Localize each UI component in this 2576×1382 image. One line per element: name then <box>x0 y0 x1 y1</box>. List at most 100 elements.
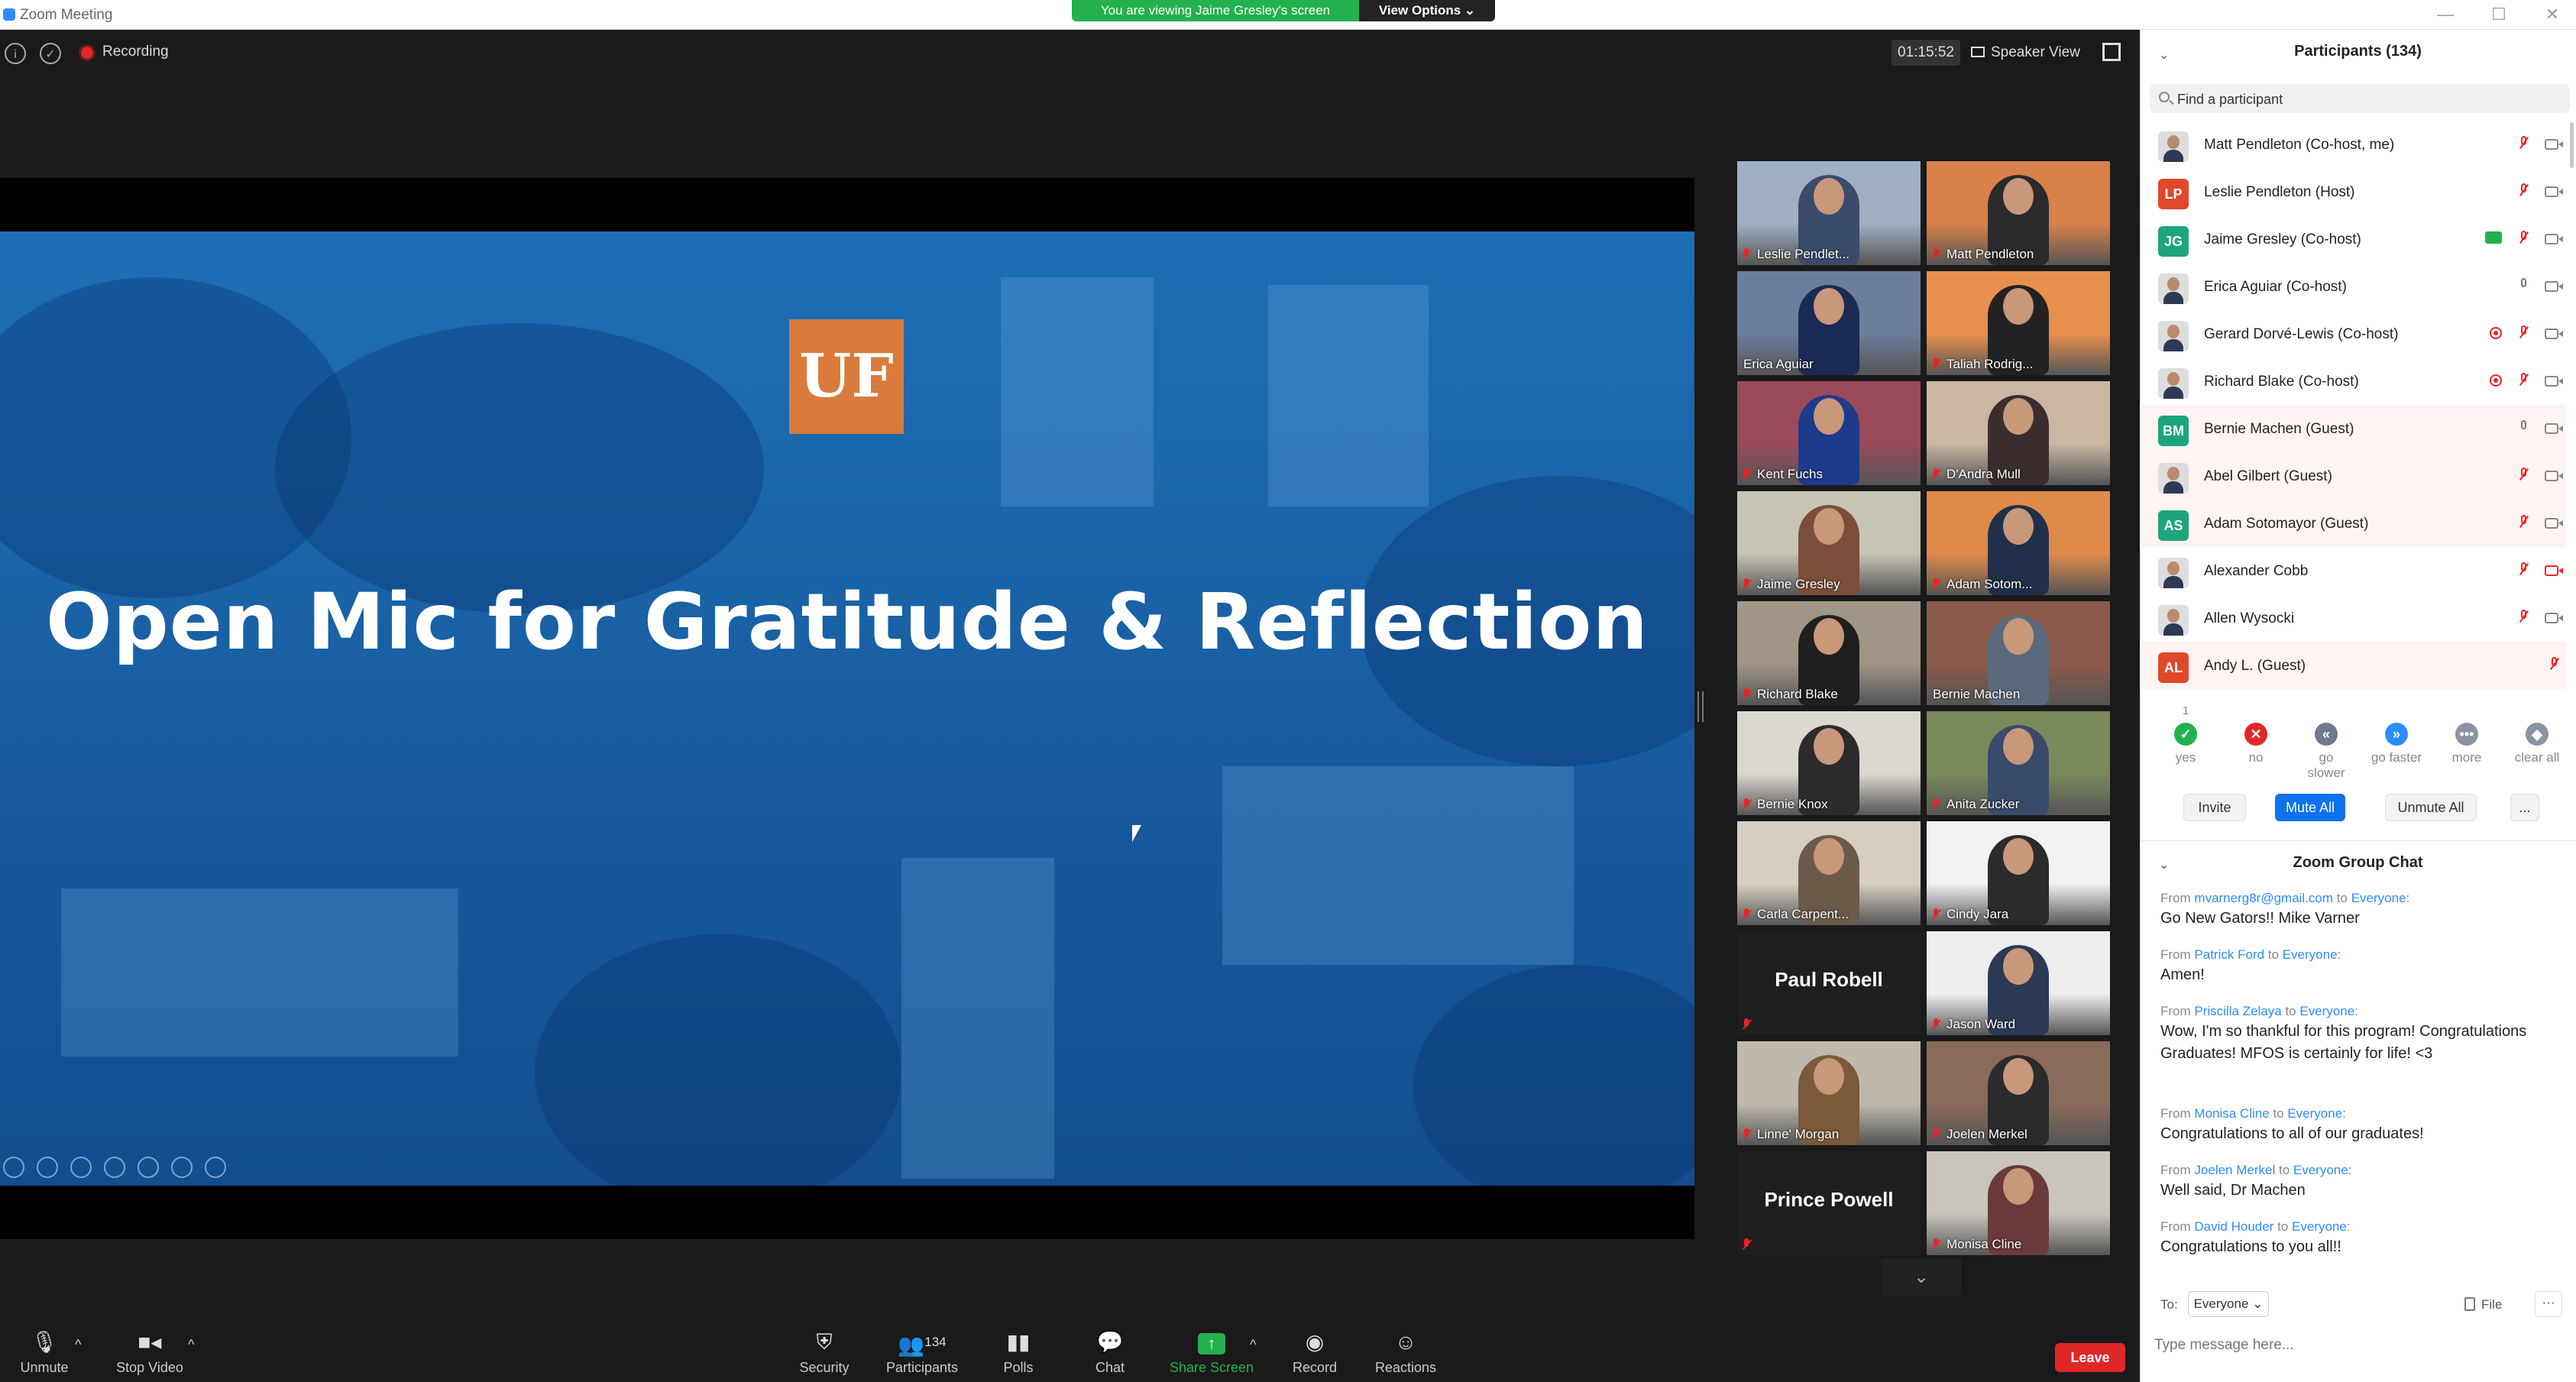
muted-mic-icon[interactable] <box>2519 562 2528 576</box>
slides-icon[interactable] <box>104 1157 125 1178</box>
meeting-info-icon[interactable]: i <box>5 43 26 64</box>
chat-button[interactable]: 💬 Chat <box>1085 1329 1135 1376</box>
encryption-shield-icon[interactable]: ✓ <box>40 43 61 64</box>
video-camera-icon[interactable] <box>2545 281 2563 292</box>
video-tile[interactable]: Matt Pendleton <box>1927 161 2110 265</box>
video-camera-icon[interactable] <box>2545 423 2563 434</box>
muted-mic-icon[interactable] <box>2549 657 2558 671</box>
view-options-button[interactable]: View Options ⌄ <box>1359 0 1495 21</box>
gallery-next-page-icon[interactable]: ⌄ <box>1881 1259 1962 1296</box>
participants-button[interactable]: 👥134 Participants <box>879 1329 966 1376</box>
audio-options-caret-icon[interactable]: ^ <box>75 1337 81 1353</box>
video-camera-icon[interactable] <box>2545 518 2563 529</box>
video-tile[interactable]: Joelen Merkel <box>1927 1041 2110 1145</box>
muted-mic-icon[interactable] <box>2519 373 2528 387</box>
share-options-caret-icon[interactable]: ^ <box>1250 1337 1256 1353</box>
more-options-icon[interactable] <box>205 1157 226 1178</box>
speaker-view-button[interactable]: Speaker View <box>1971 40 2086 66</box>
feedback-no-button[interactable]: ✕ no <box>2229 723 2283 765</box>
invite-button[interactable]: Invite <box>2183 794 2246 821</box>
close-window-button[interactable]: ✕ <box>2541 5 2564 24</box>
video-tile[interactable]: Prince Powell <box>1737 1151 1921 1255</box>
muted-mic-icon[interactable] <box>2519 231 2528 244</box>
fullscreen-icon[interactable] <box>2102 43 2121 61</box>
participant-row[interactable]: Erica Aguiar (Co-host) <box>2140 263 2566 310</box>
chat-recipient-select[interactable]: Everyone ⌄ <box>2188 1291 2269 1317</box>
muted-mic-icon[interactable] <box>2519 610 2528 623</box>
video-camera-icon[interactable] <box>2545 613 2563 623</box>
video-tile[interactable]: Anita Zucker <box>1927 711 2110 815</box>
feedback-more-button[interactable]: ••• more <box>2440 723 2493 765</box>
chat-message-input[interactable] <box>2153 1329 2568 1361</box>
video-tile[interactable]: Linne' Morgan <box>1737 1041 1921 1145</box>
video-tile[interactable]: Kent Fuchs <box>1737 381 1921 485</box>
video-camera-icon[interactable] <box>2545 376 2563 387</box>
microphone-icon[interactable] <box>2519 420 2528 434</box>
pen-icon[interactable] <box>70 1157 92 1178</box>
participant-row[interactable]: JG Jaime Gresley (Co-host) <box>2140 215 2566 263</box>
video-tile[interactable]: Adam Sotom... <box>1927 491 2110 595</box>
next-slide-icon[interactable] <box>37 1157 58 1178</box>
participant-row[interactable]: Richard Blake (Co-host) <box>2140 358 2566 405</box>
microphone-icon[interactable] <box>2519 278 2528 292</box>
video-tile[interactable]: Richard Blake <box>1737 601 1921 705</box>
participant-search[interactable] <box>2150 84 2570 113</box>
record-button[interactable]: ◉ Record <box>1290 1329 1340 1376</box>
chat-sender[interactable]: Monisa Cline <box>2194 1106 2269 1121</box>
security-button[interactable]: ⛨ Security <box>791 1329 857 1376</box>
participants-more-button[interactable]: ... <box>2510 794 2539 821</box>
leave-button[interactable]: Leave <box>2055 1343 2125 1372</box>
participant-row[interactable]: Allen Wysocki <box>2140 594 2566 642</box>
stop-video-button[interactable]: ■◂ Stop Video <box>107 1329 193 1376</box>
polls-button[interactable]: ▮▮ Polls <box>993 1329 1044 1376</box>
muted-mic-icon[interactable] <box>2519 468 2528 481</box>
panel-resize-handle[interactable] <box>1697 691 1704 722</box>
video-camera-icon[interactable] <box>2545 234 2563 244</box>
muted-mic-icon[interactable] <box>2519 515 2528 529</box>
video-tile[interactable]: Bernie Knox <box>1737 711 1921 815</box>
maximize-button[interactable]: ☐ <box>2487 5 2510 24</box>
video-options-caret-icon[interactable]: ^ <box>188 1337 194 1353</box>
video-tile[interactable]: Carla Carpent... <box>1737 821 1921 925</box>
video-tile[interactable]: Cindy Jara <box>1927 821 2110 925</box>
participant-search-input[interactable] <box>2176 87 2561 112</box>
participant-row[interactable]: Alexander Cobb <box>2140 547 2566 594</box>
video-tile[interactable]: D'Andra Mull <box>1927 381 2110 485</box>
video-camera-icon[interactable] <box>2545 186 2563 197</box>
participant-row[interactable]: Abel Gilbert (Guest) <box>2140 452 2566 500</box>
muted-mic-icon[interactable] <box>2519 325 2528 339</box>
feedback-clear-all-button[interactable]: ◆ clear all <box>2510 723 2564 765</box>
participant-row[interactable]: AL Andy L. (Guest) <box>2140 642 2566 689</box>
video-tile[interactable]: Paul Robell <box>1737 931 1921 1035</box>
chat-sender[interactable]: Priscilla Zelaya <box>2194 1004 2281 1018</box>
chat-sender[interactable]: David Houder <box>2194 1219 2273 1234</box>
zoom-icon[interactable] <box>138 1157 159 1178</box>
previous-slide-icon[interactable] <box>3 1157 24 1178</box>
feedback-yes-button[interactable]: 1 ✓ yes <box>2159 704 2212 765</box>
participant-row[interactable]: LP Leslie Pendleton (Host) <box>2140 168 2566 215</box>
participants-scrollbar[interactable] <box>2570 122 2574 168</box>
participant-row[interactable]: Matt Pendleton (Co-host, me) <box>2140 121 2566 168</box>
muted-mic-icon[interactable] <box>2519 183 2528 197</box>
video-camera-icon[interactable] <box>2545 139 2563 150</box>
share-screen-button[interactable]: ↑ Share Screen <box>1167 1329 1256 1376</box>
minimize-button[interactable]: — <box>2434 5 2457 24</box>
mute-all-button[interactable]: Mute All <box>2275 794 2345 821</box>
video-camera-icon[interactable] <box>2545 329 2563 339</box>
video-camera-icon[interactable] <box>2545 471 2563 481</box>
participant-row[interactable]: AS Adam Sotomayor (Guest) <box>2140 500 2566 547</box>
reactions-button[interactable]: ☺ Reactions <box>1372 1329 1439 1376</box>
chat-more-button[interactable]: ··· <box>2535 1291 2562 1317</box>
video-tile[interactable]: Monisa Cline <box>1927 1151 2110 1255</box>
video-tile[interactable]: Jaime Gresley <box>1737 491 1921 595</box>
feedback-go-slower-button[interactable]: « go slower <box>2299 723 2353 781</box>
unmute-all-button[interactable]: Unmute All <box>2385 794 2477 821</box>
send-file-button[interactable]: File <box>2464 1297 2502 1312</box>
feedback-go-faster-button[interactable]: » go faster <box>2370 723 2423 765</box>
chat-sender[interactable]: mvarnerg8r@gmail.com <box>2194 891 2333 905</box>
unmute-button[interactable]: 🎙 Unmute <box>11 1329 78 1376</box>
video-tile[interactable]: Leslie Pendlet... <box>1737 161 1921 265</box>
video-off-icon[interactable] <box>2545 565 2563 576</box>
video-tile[interactable]: Taliah Rodrig... <box>1927 271 2110 375</box>
participant-row[interactable]: BM Bernie Machen (Guest) <box>2140 405 2566 452</box>
